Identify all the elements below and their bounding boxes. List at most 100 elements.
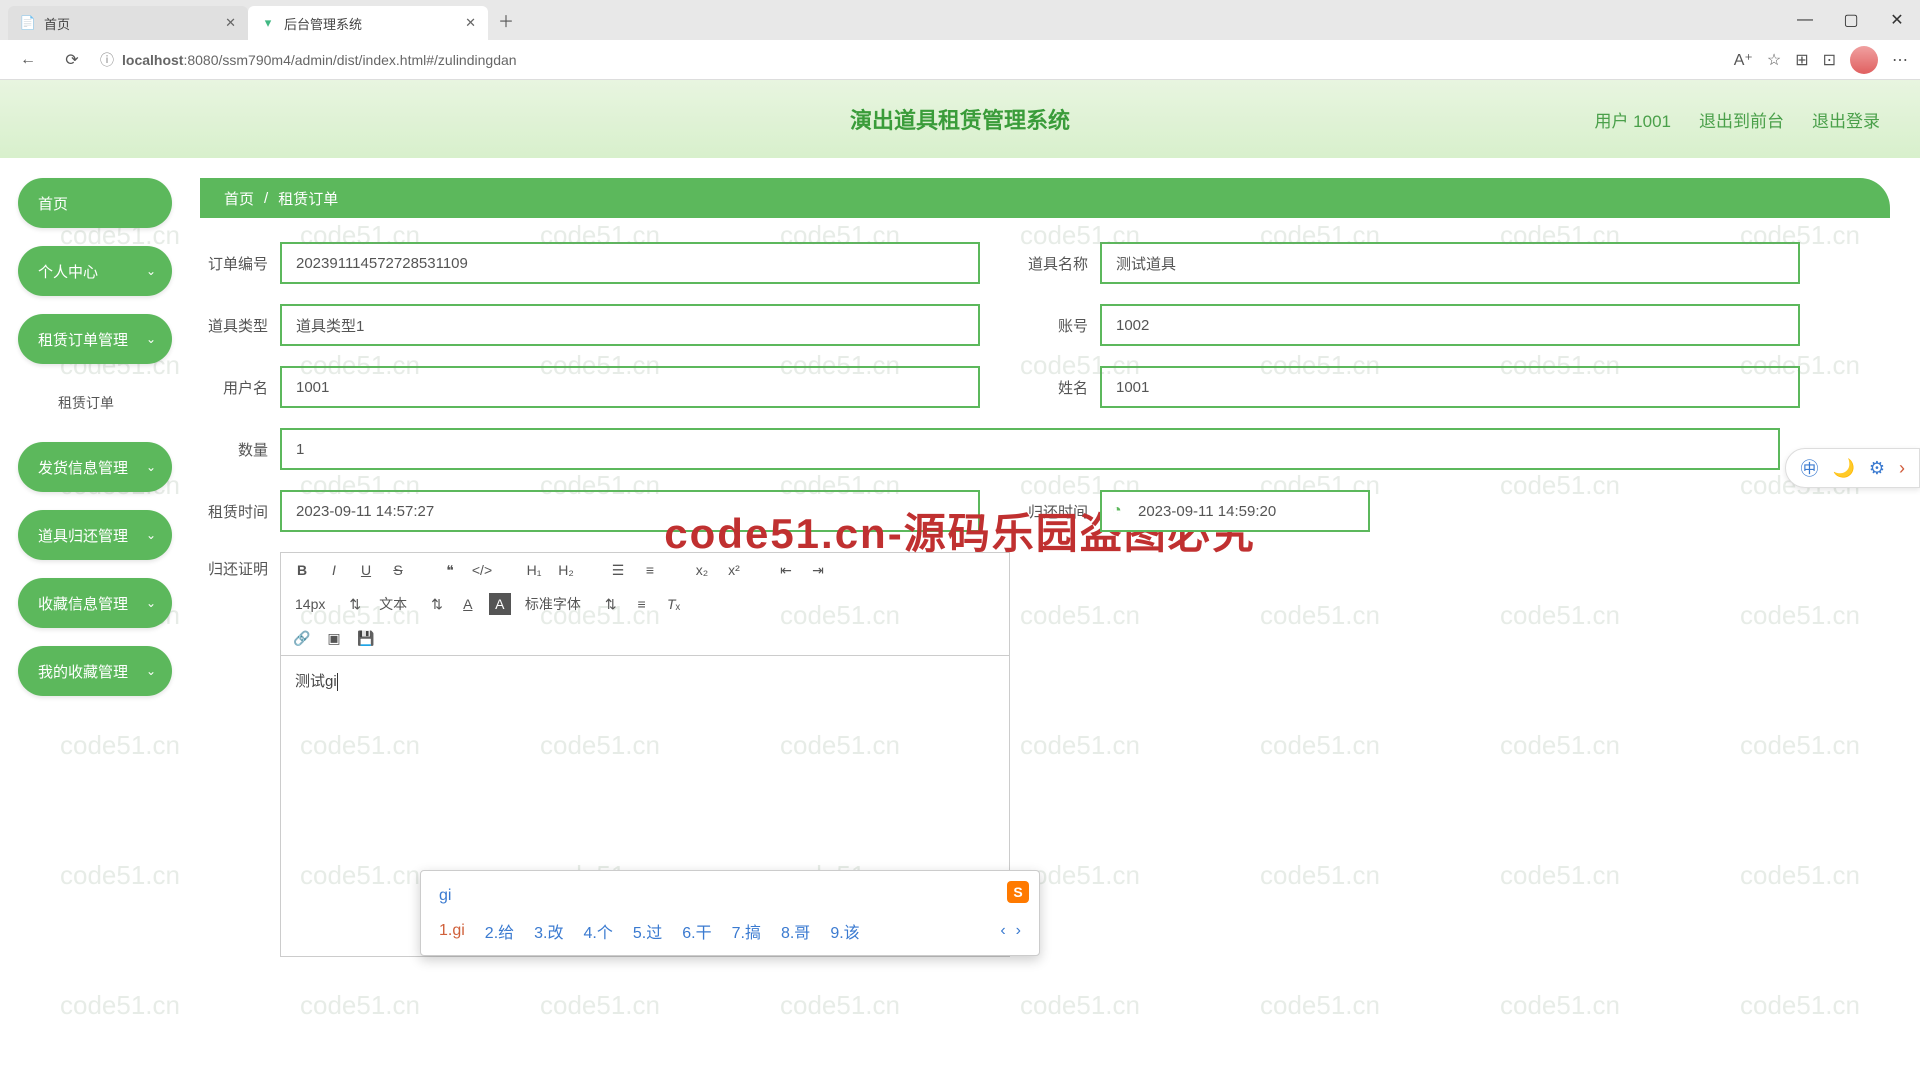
order-form: 订单编号 道具名称 道具类型 账号 bbox=[200, 242, 1890, 957]
return-time-input[interactable] bbox=[1100, 490, 1370, 532]
image-button[interactable]: ▣ bbox=[323, 627, 345, 649]
app-header: 演出道具租赁管理系统 用户 1001 退出到前台 退出登录 bbox=[0, 80, 1920, 158]
browser-tab-0[interactable]: 📄 首页 ✕ bbox=[8, 6, 248, 40]
h1-button[interactable]: H₁ bbox=[523, 559, 545, 581]
qty-label: 数量 bbox=[200, 439, 268, 460]
sidebar-item-profile[interactable]: 个人中心⌄ bbox=[18, 246, 172, 296]
sub-button[interactable]: x₂ bbox=[691, 559, 713, 581]
bold-button[interactable]: B bbox=[291, 559, 313, 581]
refresh-button[interactable]: ⟳ bbox=[56, 44, 88, 76]
username-label: 用户名 bbox=[200, 377, 268, 398]
font-family-select[interactable]: 标准字体⇅ bbox=[521, 594, 621, 614]
prop-type-label: 道具类型 bbox=[200, 315, 268, 336]
star-icon[interactable]: ☆ bbox=[1767, 50, 1781, 70]
save-button[interactable]: 💾 bbox=[355, 627, 377, 649]
minimize-button[interactable]: ― bbox=[1782, 0, 1828, 40]
breadcrumb-home[interactable]: 首页 bbox=[224, 188, 254, 209]
chevron-down-icon: ⌄ bbox=[146, 264, 156, 278]
prop-name-input[interactable] bbox=[1100, 242, 1800, 284]
proof-label: 归还证明 bbox=[200, 552, 268, 579]
ime-candidate[interactable]: 5.过 bbox=[633, 919, 662, 943]
ime-candidate[interactable]: 6.干 bbox=[682, 919, 711, 943]
ime-candidates: 1.gi 2.给 3.改 4.个 5.过 6.干 7.搞 8.哥 9.该 ‹ › bbox=[437, 911, 1023, 945]
sup-button[interactable]: x² bbox=[723, 559, 745, 581]
h2-button[interactable]: H₂ bbox=[555, 559, 577, 581]
ime-candidate[interactable]: 2.给 bbox=[485, 919, 514, 943]
prop-type-input[interactable] bbox=[280, 304, 980, 346]
indent-button[interactable]: ⇥ bbox=[807, 559, 829, 581]
username-input[interactable] bbox=[280, 366, 980, 408]
link-button[interactable]: 🔗 bbox=[291, 627, 313, 649]
account-label: 账号 bbox=[1020, 315, 1088, 336]
bg-color-button[interactable]: A bbox=[489, 593, 511, 615]
sidebar-item-home[interactable]: 首页 bbox=[18, 178, 172, 228]
close-window-button[interactable]: ✕ bbox=[1874, 0, 1920, 40]
lang-icon[interactable]: ㊥ bbox=[1800, 455, 1818, 481]
sidebar-item-shipping[interactable]: 发货信息管理⌄ bbox=[18, 442, 172, 492]
italic-button[interactable]: I bbox=[323, 559, 345, 581]
ime-candidate[interactable]: 3.改 bbox=[534, 919, 563, 943]
ime-candidate[interactable]: 8.哥 bbox=[781, 919, 810, 943]
sidebar-item-rental-orders[interactable]: 租赁订单管理⌄ bbox=[18, 314, 172, 364]
url-display[interactable]: ⓘ localhost:8080/ssm790m4/admin/dist/ind… bbox=[100, 50, 1722, 70]
block-type-select[interactable]: 文本⇅ bbox=[375, 594, 447, 614]
close-icon[interactable]: ✕ bbox=[465, 15, 476, 31]
browser-tabbar: 📄 首页 ✕ ▾ 后台管理系统 ✕ ＋ ― ▢ ✕ bbox=[0, 0, 1920, 40]
profile-avatar[interactable] bbox=[1850, 46, 1878, 74]
ime-candidate[interactable]: 1.gi bbox=[439, 922, 465, 940]
ime-logo-icon: S bbox=[1007, 881, 1029, 903]
rent-time-input[interactable] bbox=[280, 490, 980, 532]
realname-input[interactable] bbox=[1100, 366, 1800, 408]
ime-candidate[interactable]: 4.个 bbox=[584, 919, 613, 943]
ime-next-icon[interactable]: › bbox=[1016, 922, 1021, 940]
logout-link[interactable]: 退出登录 bbox=[1812, 107, 1880, 132]
read-aloud-icon[interactable]: A⁺ bbox=[1734, 50, 1753, 70]
to-frontend-link[interactable]: 退出到前台 bbox=[1699, 107, 1784, 132]
new-tab-button[interactable]: ＋ bbox=[492, 6, 520, 34]
ime-candidate[interactable]: 9.该 bbox=[830, 919, 859, 943]
clock-icon: ◔ bbox=[1112, 502, 1122, 520]
maximize-button[interactable]: ▢ bbox=[1828, 0, 1874, 40]
align-button[interactable]: ≡ bbox=[631, 593, 653, 615]
sidebar: 首页 个人中心⌄ 租赁订单管理⌄ 租赁订单 发货信息管理⌄ 道具归还管理⌄ 收藏… bbox=[0, 158, 190, 1080]
ime-candidate[interactable]: 7.搞 bbox=[732, 919, 761, 943]
moon-icon[interactable]: 🌙 bbox=[1832, 458, 1854, 479]
vue-icon: ▾ bbox=[260, 15, 276, 31]
text-color-button[interactable]: A bbox=[457, 593, 479, 615]
sidebar-item-my-favorites[interactable]: 我的收藏管理⌄ bbox=[18, 646, 172, 696]
order-no-input[interactable] bbox=[280, 242, 980, 284]
quote-button[interactable]: ❝ bbox=[439, 559, 461, 581]
close-icon[interactable]: ✕ bbox=[225, 15, 236, 31]
header-user[interactable]: 用户 1001 bbox=[1594, 107, 1671, 132]
clear-format-button[interactable]: Tₓ bbox=[663, 593, 685, 615]
sparkle-icon[interactable]: ⚙ bbox=[1869, 458, 1885, 479]
favorites-icon[interactable]: ⊞ bbox=[1795, 50, 1808, 70]
return-time-label: 归还时间 bbox=[1020, 501, 1088, 522]
browser-addressbar: ← ⟳ ⓘ localhost:8080/ssm790m4/admin/dist… bbox=[0, 40, 1920, 80]
expand-icon[interactable]: › bbox=[1899, 458, 1905, 479]
order-no-label: 订单编号 bbox=[200, 253, 268, 274]
page-icon: 📄 bbox=[20, 15, 36, 31]
ol-button[interactable]: ☰ bbox=[607, 559, 629, 581]
chevron-down-icon: ⌄ bbox=[146, 664, 156, 678]
more-icon[interactable]: ⋯ bbox=[1892, 50, 1908, 70]
ime-prev-icon[interactable]: ‹ bbox=[1000, 922, 1005, 940]
sidebar-subitem-rental-order[interactable]: 租赁订单 bbox=[18, 382, 172, 424]
account-input[interactable] bbox=[1100, 304, 1800, 346]
qty-input[interactable] bbox=[280, 428, 1780, 470]
tab-title: 后台管理系统 bbox=[284, 14, 362, 33]
ul-button[interactable]: ≡ bbox=[639, 559, 661, 581]
back-button[interactable]: ← bbox=[12, 44, 44, 76]
underline-button[interactable]: U bbox=[355, 559, 377, 581]
font-size-select[interactable]: 14px⇅ bbox=[291, 596, 365, 613]
code-button[interactable]: </> bbox=[471, 559, 493, 581]
strike-button[interactable]: S bbox=[387, 559, 409, 581]
outdent-button[interactable]: ⇤ bbox=[775, 559, 797, 581]
collections-icon[interactable]: ⊡ bbox=[1823, 50, 1836, 70]
browser-tab-1[interactable]: ▾ 后台管理系统 ✕ bbox=[248, 6, 488, 40]
info-icon: ⓘ bbox=[100, 50, 114, 70]
sidebar-item-favorites[interactable]: 收藏信息管理⌄ bbox=[18, 578, 172, 628]
floating-toolbar: ㊥ 🌙 ⚙ › bbox=[1785, 448, 1920, 488]
sidebar-item-return[interactable]: 道具归还管理⌄ bbox=[18, 510, 172, 560]
chevron-down-icon: ⌄ bbox=[146, 332, 156, 346]
